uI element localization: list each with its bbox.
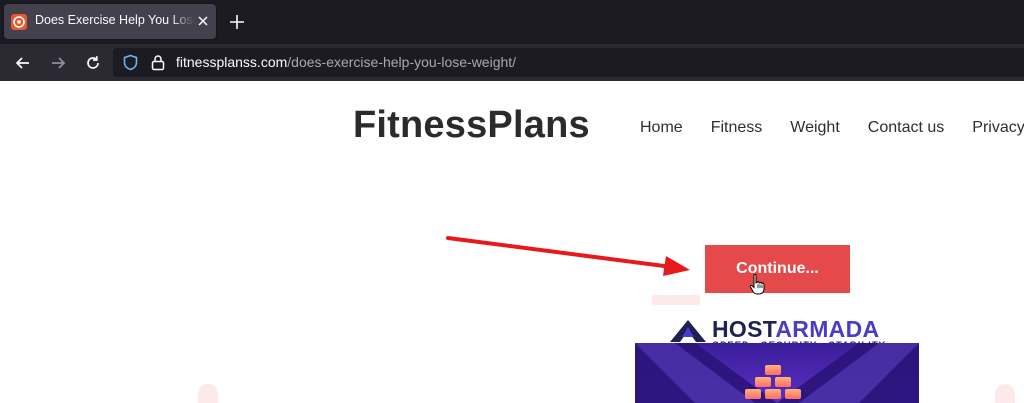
hostarmada-ad-banner[interactable]: HOSTARMADA SPEED · SECURITY · STABILITY	[635, 313, 919, 403]
site-title[interactable]: FitnessPlans	[353, 104, 590, 147]
red-arrow-annotation	[446, 236, 690, 276]
ad-brand-host: HOST	[712, 316, 776, 342]
hostarmada-logo-icon	[670, 320, 706, 342]
menu-item-home[interactable]: Home	[640, 119, 683, 137]
decorative-blob	[198, 384, 218, 403]
reload-icon[interactable]	[83, 53, 103, 73]
ad-brand-name: HOSTARMADA	[712, 316, 879, 343]
decorative-blob	[652, 295, 700, 305]
tab-title: Does Exercise Help You Lose Weight	[35, 13, 195, 27]
navigation-toolbar: fitnessplanss.com/does-exercise-help-you…	[0, 44, 1024, 81]
address-bar[interactable]: fitnessplanss.com/does-exercise-help-you…	[113, 48, 1024, 77]
back-arrow-icon[interactable]	[13, 53, 33, 73]
decorative-blob	[995, 384, 1015, 403]
main-menu: Home Fitness Weight Contact us Privacy	[640, 119, 1024, 137]
ad-brand-armada: ARMADA	[775, 316, 880, 342]
fitness-favicon-icon	[11, 14, 27, 30]
url-host: fitnessplanss.com	[176, 54, 288, 70]
plus-icon[interactable]	[227, 12, 247, 32]
forward-arrow-icon[interactable]	[48, 53, 68, 73]
continue-button[interactable]: Continue...	[705, 245, 850, 293]
close-icon[interactable]	[195, 13, 211, 29]
hand-pointer-cursor	[749, 273, 765, 295]
tab-strip: Does Exercise Help You Lose Weight	[0, 0, 1024, 44]
menu-item-privacy[interactable]: Privacy	[972, 119, 1024, 137]
ad-server-illustration	[635, 343, 919, 403]
lock-icon[interactable]	[150, 54, 166, 71]
url-path: /does-exercise-help-you-lose-weight/	[287, 54, 517, 70]
menu-item-weight[interactable]: Weight	[790, 119, 840, 137]
tracking-protection-shield-icon[interactable]	[122, 54, 139, 71]
url-text: fitnessplanss.com/does-exercise-help-you…	[176, 54, 516, 70]
active-tab[interactable]: Does Exercise Help You Lose Weight	[4, 4, 216, 39]
menu-item-contact-us[interactable]: Contact us	[868, 119, 944, 137]
menu-item-fitness[interactable]: Fitness	[711, 119, 763, 137]
